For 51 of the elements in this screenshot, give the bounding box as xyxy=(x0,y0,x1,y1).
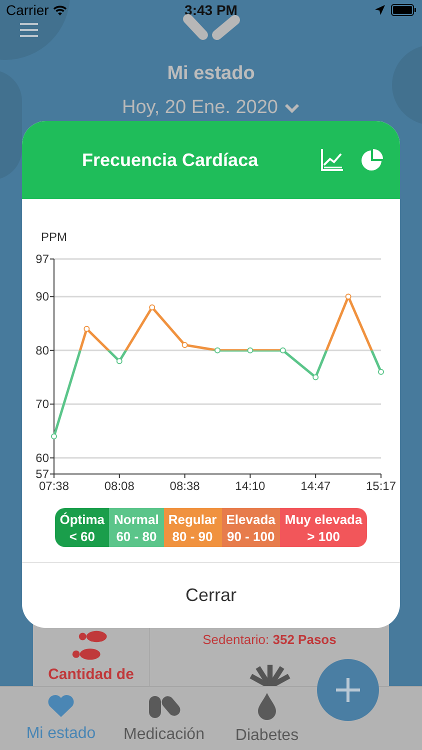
menu-icon[interactable] xyxy=(19,22,39,38)
data-point xyxy=(51,433,57,440)
data-point xyxy=(116,358,122,364)
tick-label: 57 xyxy=(36,467,49,481)
date-selector[interactable]: Hoy, 20 Ene. 2020 xyxy=(122,94,300,122)
tick-label: 07:38 xyxy=(38,479,70,493)
plus-icon xyxy=(335,677,361,703)
steps-label: Cantidad de xyxy=(48,664,134,684)
line-chart-icon[interactable] xyxy=(320,148,344,172)
tab-item[interactable]: Diabetes xyxy=(220,687,314,750)
legend-item: Óptima < 60 xyxy=(55,508,110,547)
modal-title: Frecuencia Cardíaca xyxy=(82,148,260,172)
tick-label: 08:08 xyxy=(104,479,134,493)
screen-title: Mi estado xyxy=(167,62,255,86)
legend-item: Elevada 90 - 100 xyxy=(222,508,280,547)
tick-label: 80 xyxy=(36,343,49,358)
legend-item: Normal 60 - 80 xyxy=(109,508,164,547)
tick-label: 15:17 xyxy=(366,479,396,493)
legend-item: Muy elevada > 100 xyxy=(280,508,367,547)
pie-chart-icon[interactable] xyxy=(360,148,384,172)
data-point xyxy=(280,347,286,354)
time-label: 3:43 PM xyxy=(184,0,238,20)
tick-label: 08:38 xyxy=(170,479,200,493)
logo-icon xyxy=(183,14,240,42)
location-arrow-icon xyxy=(375,5,385,15)
carrier-label: Carrier xyxy=(6,0,49,20)
data-point xyxy=(84,326,90,332)
data-point xyxy=(378,368,384,375)
sedentary-label: Sedentario: 352 Pasos xyxy=(202,631,336,649)
battery-icon xyxy=(391,4,416,16)
close-button[interactable]: Cerrar xyxy=(177,582,244,609)
heart-icon xyxy=(47,694,75,718)
tick-label: 70 xyxy=(36,397,49,412)
data-point xyxy=(247,347,254,354)
axis-label: PPM xyxy=(41,230,68,244)
legend-item: Regular 80 - 90 xyxy=(164,508,222,547)
tab-item[interactable]: Medicación xyxy=(117,687,211,750)
drop-icon xyxy=(257,692,277,720)
data-point xyxy=(214,347,220,354)
data-point xyxy=(182,342,188,348)
wifi-icon xyxy=(52,4,67,16)
data-point xyxy=(345,294,352,300)
tick-label: 90 xyxy=(36,290,49,304)
tab-item[interactable]: Mi estado xyxy=(14,687,108,750)
tick-label: 60 xyxy=(36,450,49,465)
data-point xyxy=(312,374,319,380)
chevron-down-icon xyxy=(284,103,300,114)
tick-label: 14:10 xyxy=(235,479,266,493)
data-point xyxy=(149,304,156,310)
tick-label: 14:47 xyxy=(300,479,331,493)
tick-label: 97 xyxy=(36,252,49,266)
